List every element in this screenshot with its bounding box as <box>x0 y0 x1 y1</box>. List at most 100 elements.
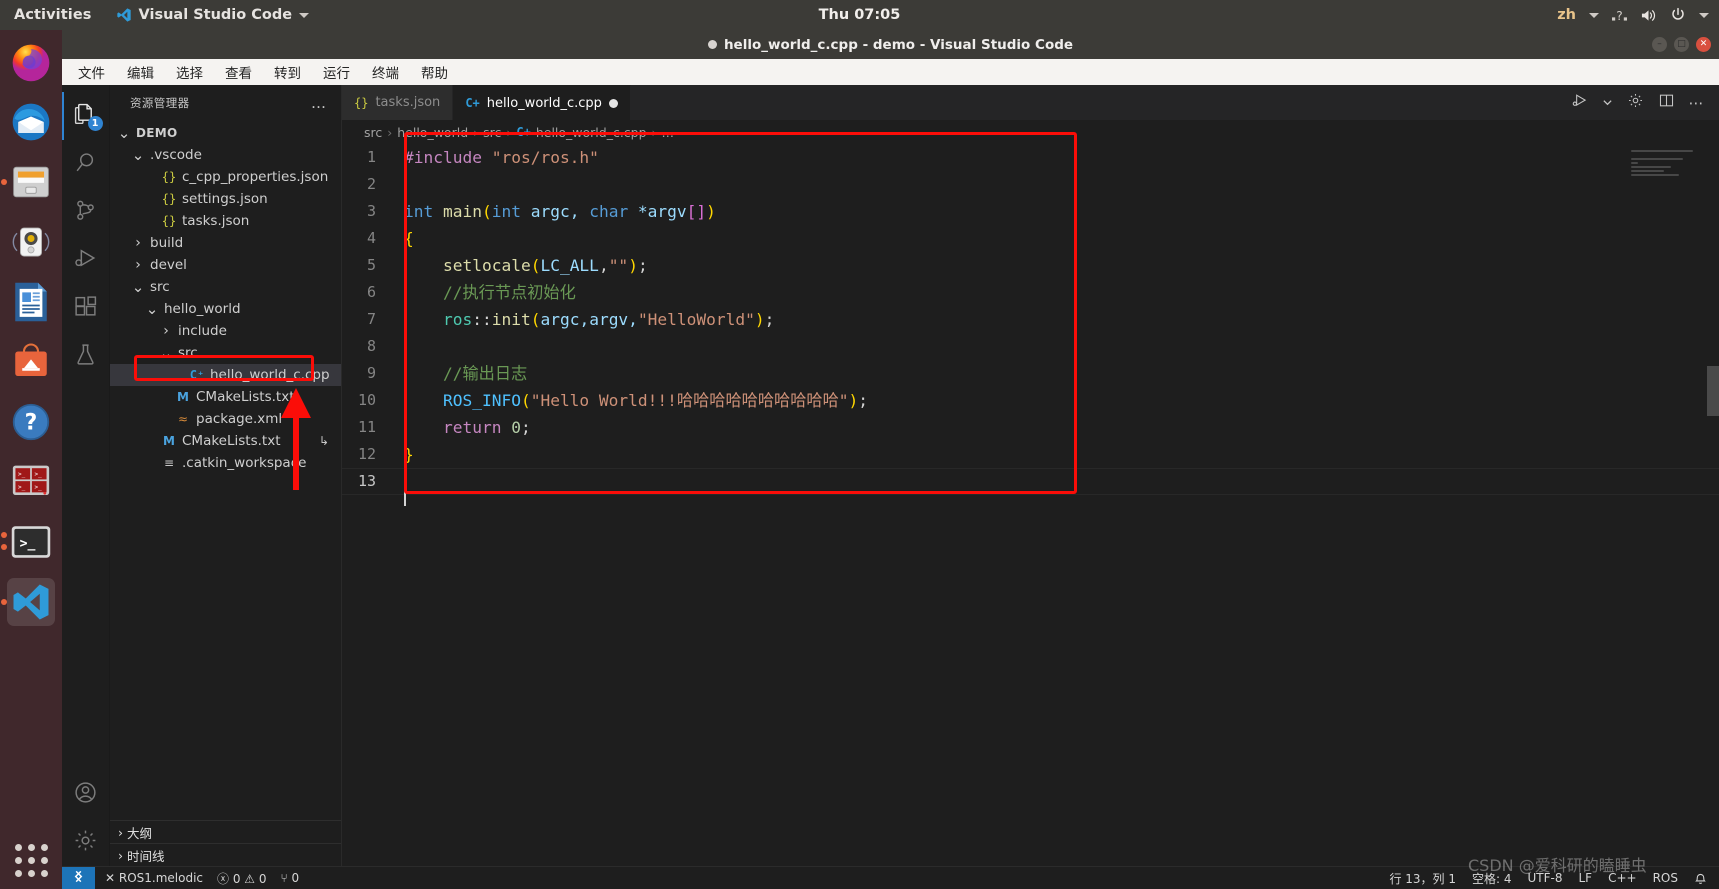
tree-item-settings-json[interactable]: {} settings.json <box>110 188 341 210</box>
dock-item-ubuntu-software[interactable] <box>7 338 55 386</box>
more-actions-icon[interactable]: ⋯ <box>1689 95 1706 110</box>
sidebar-panel-timeline[interactable]: › 时间线 <box>110 843 341 866</box>
status-ros-distro[interactable]: ✕ ROS1.melodic <box>105 871 203 885</box>
code-line[interactable]: 6 //执行节点初始化 <box>342 279 1719 306</box>
code-token: //执行节点初始化 <box>404 283 576 302</box>
dock-item-vscode[interactable] <box>1 578 55 626</box>
breadcrumb-item-1[interactable]: hello_world <box>397 125 468 140</box>
tree-item-devel[interactable]: › devel <box>110 254 341 276</box>
breadcrumb-item-0[interactable]: src <box>364 125 382 140</box>
activity-bar-item-search[interactable] <box>62 140 110 188</box>
dock-item-terminal[interactable]: >_ <box>1 518 55 566</box>
breadcrumb-item-2[interactable]: src <box>483 125 501 140</box>
menu-view[interactable]: 查看 <box>221 60 256 84</box>
notifications-bell-icon[interactable] <box>1694 872 1707 885</box>
code-line[interactable]: 13 <box>342 468 1719 506</box>
tree-item-src[interactable]: ⌄ src <box>110 342 341 364</box>
activity-bar-item-testing[interactable] <box>62 332 110 380</box>
sidebar-panel-outline[interactable]: › 大纲 <box>110 820 341 843</box>
tree-item-tasks-json[interactable]: {} tasks.json <box>110 210 341 232</box>
activity-bar-item-extensions[interactable] <box>62 284 110 332</box>
menu-selection[interactable]: 选择 <box>172 60 207 84</box>
volume-icon[interactable] <box>1640 8 1657 23</box>
activity-bar-item-run-debug[interactable] <box>62 236 110 284</box>
tab-hello-world-c-cpp[interactable]: C+ hello_world_c.cpp <box>453 85 631 120</box>
menu-go[interactable]: 转到 <box>270 60 305 84</box>
code-line[interactable]: 8 <box>342 333 1719 360</box>
code-line[interactable]: 7 ros::init(argc,argv,"HelloWorld"); <box>342 306 1719 333</box>
tree-item-cmakelists-txt[interactable]: M CMakeLists.txt <box>110 386 341 408</box>
activity-bar-item-explorer[interactable]: 1 <box>61 92 110 140</box>
dock-item-files[interactable] <box>1 158 55 206</box>
show-applications-button[interactable] <box>14 843 48 877</box>
status-ros[interactable]: ROS <box>1653 871 1678 885</box>
gear-icon[interactable] <box>1627 92 1644 113</box>
status-problems[interactable]: ⓧ 0 ⚠ 0 <box>217 870 266 887</box>
maximize-button[interactable]: □ <box>1674 37 1689 52</box>
dock-item-libreoffice-writer[interactable] <box>7 278 55 326</box>
chevron-right-icon: › <box>118 847 123 863</box>
tree-item-c-cpp-properties-json[interactable]: {} c_cpp_properties.json <box>110 166 341 188</box>
code-line[interactable]: 12} <box>342 441 1719 468</box>
explorer-more-actions-icon[interactable]: … <box>311 95 327 110</box>
status-cursor-position[interactable]: 行 13，列 1 <box>1389 870 1456 887</box>
close-button[interactable]: ✕ <box>1696 37 1711 52</box>
chevron-down-icon[interactable] <box>1589 12 1599 18</box>
run-debug-icon[interactable] <box>1571 92 1588 113</box>
breadcrumb-item-4[interactable]: … <box>662 125 675 140</box>
code-line[interactable]: 4{ <box>342 225 1719 252</box>
active-app-menu[interactable]: Visual Studio Code <box>104 7 310 23</box>
tree-item-include[interactable]: › include <box>110 320 341 342</box>
status-ports[interactable]: ⑂ 0 <box>281 871 300 885</box>
status-indentation[interactable]: 空格: 4 <box>1472 870 1512 887</box>
tree-item-hello-world[interactable]: ⌄ hello_world <box>110 298 341 320</box>
power-icon[interactable] <box>1670 7 1686 23</box>
tree-item-hello-world-c-cpp[interactable]: C⁺ hello_world_c.cpp <box>110 364 341 386</box>
tree-item-package-xml[interactable]: ≈ package.xml <box>110 408 341 430</box>
tree-item-catkin-workspace[interactable]: ≡ .catkin_workspace <box>110 452 341 474</box>
menu-terminal[interactable]: 终端 <box>368 60 403 84</box>
code-line[interactable]: 10 ROS_INFO("Hello World!!!哈哈哈哈哈哈哈哈哈哈"); <box>342 387 1719 414</box>
code-editor[interactable]: 1 #include "ros/ros.h" 2 3 int main(int argc… <box>342 144 1719 866</box>
code-line[interactable]: 11 return 0; <box>342 414 1719 441</box>
remote-window-indicator[interactable] <box>62 866 95 889</box>
clock[interactable]: Thu 07:05 <box>819 7 901 23</box>
menu-run[interactable]: 运行 <box>319 60 354 84</box>
chevron-down-icon[interactable] <box>1602 93 1613 112</box>
keyboard-layout-indicator[interactable]: zh <box>1557 7 1576 23</box>
dock-item-help[interactable]: ? <box>7 398 55 446</box>
code-line[interactable]: 2 <box>342 171 1719 198</box>
code-line[interactable]: 9 //输出日志 <box>342 360 1719 387</box>
dock-item-rhythmbox[interactable] <box>7 218 55 266</box>
code-line[interactable]: 3 int main(int argc, char *argv[]) <box>342 198 1719 225</box>
tree-item-src[interactable]: ⌄ src <box>110 276 341 298</box>
dock-item-thunderbird[interactable] <box>7 98 55 146</box>
split-editor-icon[interactable] <box>1658 92 1675 113</box>
code-line[interactable]: 1 #include "ros/ros.h" <box>342 144 1719 171</box>
status-language-mode[interactable]: C++ <box>1608 871 1637 885</box>
code-content[interactable]: 1 #include "ros/ros.h" 2 3 int main(int argc… <box>342 144 1719 866</box>
editor-scrollbar[interactable] <box>1707 366 1719 416</box>
chevron-down-icon[interactable] <box>1699 12 1709 18</box>
dock-item-firefox[interactable] <box>7 38 55 86</box>
tree-item-demo[interactable]: ⌄ DEMO <box>110 122 341 144</box>
tab-tasks-json[interactable]: {} tasks.json <box>342 85 454 120</box>
tree-item-vscode[interactable]: ⌄ .vscode <box>110 144 341 166</box>
code-line[interactable]: 5 setlocale(LC_ALL,""); <box>342 252 1719 279</box>
activities-button[interactable]: Activities <box>0 7 104 23</box>
help-icon[interactable]: ? <box>1612 8 1627 23</box>
menu-file[interactable]: 文件 <box>74 60 109 84</box>
minimize-button[interactable]: – <box>1652 37 1667 52</box>
activity-bar-item-source-control[interactable] <box>62 188 110 236</box>
tree-item-cmakelists-txt[interactable]: M CMakeLists.txt ↳ <box>110 430 341 452</box>
dock-item-terminator[interactable]: >_ >_ >_ >_ <box>7 458 55 506</box>
minimap[interactable] <box>1631 150 1705 192</box>
tree-item-build[interactable]: › build <box>110 232 341 254</box>
menu-help[interactable]: 帮助 <box>417 60 452 84</box>
activity-bar-item-manage[interactable] <box>62 818 110 866</box>
breadcrumb-item-3[interactable]: hello_world_c.cpp <box>536 125 647 140</box>
status-encoding[interactable]: UTF-8 <box>1528 871 1563 885</box>
status-eol[interactable]: LF <box>1579 871 1593 885</box>
menu-edit[interactable]: 编辑 <box>123 60 158 84</box>
activity-bar-item-accounts[interactable] <box>62 770 110 818</box>
